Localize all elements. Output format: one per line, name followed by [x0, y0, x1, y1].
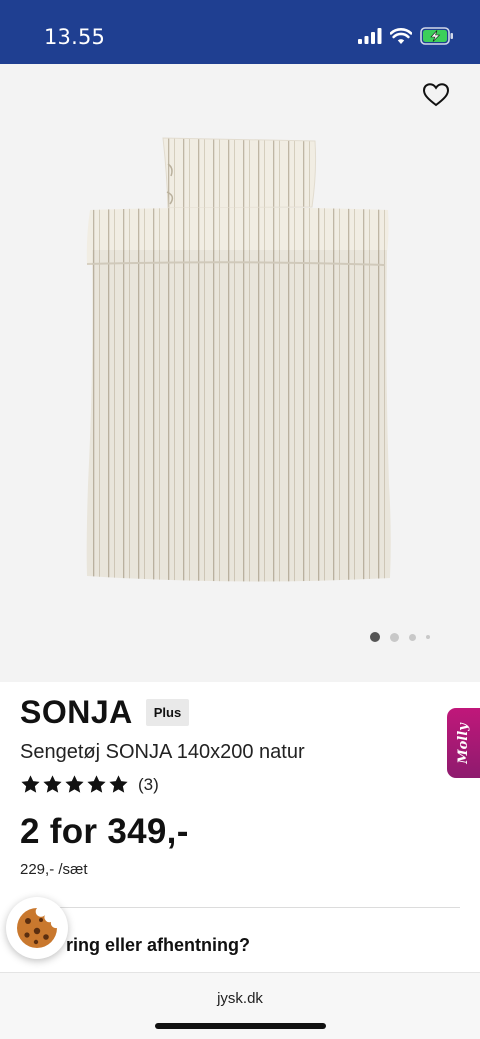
molly-label: Molly [456, 722, 471, 764]
divider [20, 907, 460, 908]
browser-url-bar[interactable]: jysk.dk [0, 972, 480, 1039]
cookie-icon [17, 908, 57, 948]
status-bar: 13.55 [0, 0, 480, 64]
price: 2 for 349,- [20, 812, 189, 851]
unit-price: 229,- /sæt [20, 861, 88, 878]
molly-chat-tab[interactable]: Molly [447, 708, 480, 778]
rating[interactable]: (3) [20, 774, 159, 795]
carousel-dot-1[interactable] [370, 632, 380, 642]
star-icon [87, 775, 106, 793]
title-row: SONJA Plus [20, 694, 460, 731]
rating-count[interactable]: (3) [138, 775, 159, 795]
product-description: Sengetøj SONJA 140x200 natur [20, 741, 305, 763]
product-info: SONJA Plus [20, 694, 460, 731]
carousel-dots[interactable] [370, 632, 430, 642]
delivery-question[interactable]: ring eller afhentning? [66, 935, 250, 956]
product-image [86, 137, 391, 582]
product-image-area[interactable] [0, 64, 480, 682]
signal-icon [358, 28, 382, 44]
url-text[interactable]: jysk.dk [0, 990, 480, 1007]
plus-badge[interactable]: Plus [145, 699, 190, 726]
product-name: SONJA [20, 694, 133, 730]
heart-icon [422, 83, 450, 107]
home-indicator [155, 1023, 326, 1029]
cookie-settings-button[interactable] [6, 897, 68, 959]
wifi-icon [390, 27, 412, 44]
carousel-dot-3[interactable] [409, 633, 416, 641]
status-time: 13.55 [44, 25, 106, 49]
star-icon [21, 775, 40, 793]
status-icons [358, 27, 454, 45]
carousel-dot-4[interactable] [426, 635, 430, 639]
carousel-dot-2[interactable] [390, 632, 399, 642]
favorite-button[interactable] [422, 82, 450, 108]
star-icon [109, 775, 128, 793]
star-icon [65, 775, 84, 793]
star-icon [43, 775, 62, 793]
battery-charging-icon [420, 27, 453, 45]
